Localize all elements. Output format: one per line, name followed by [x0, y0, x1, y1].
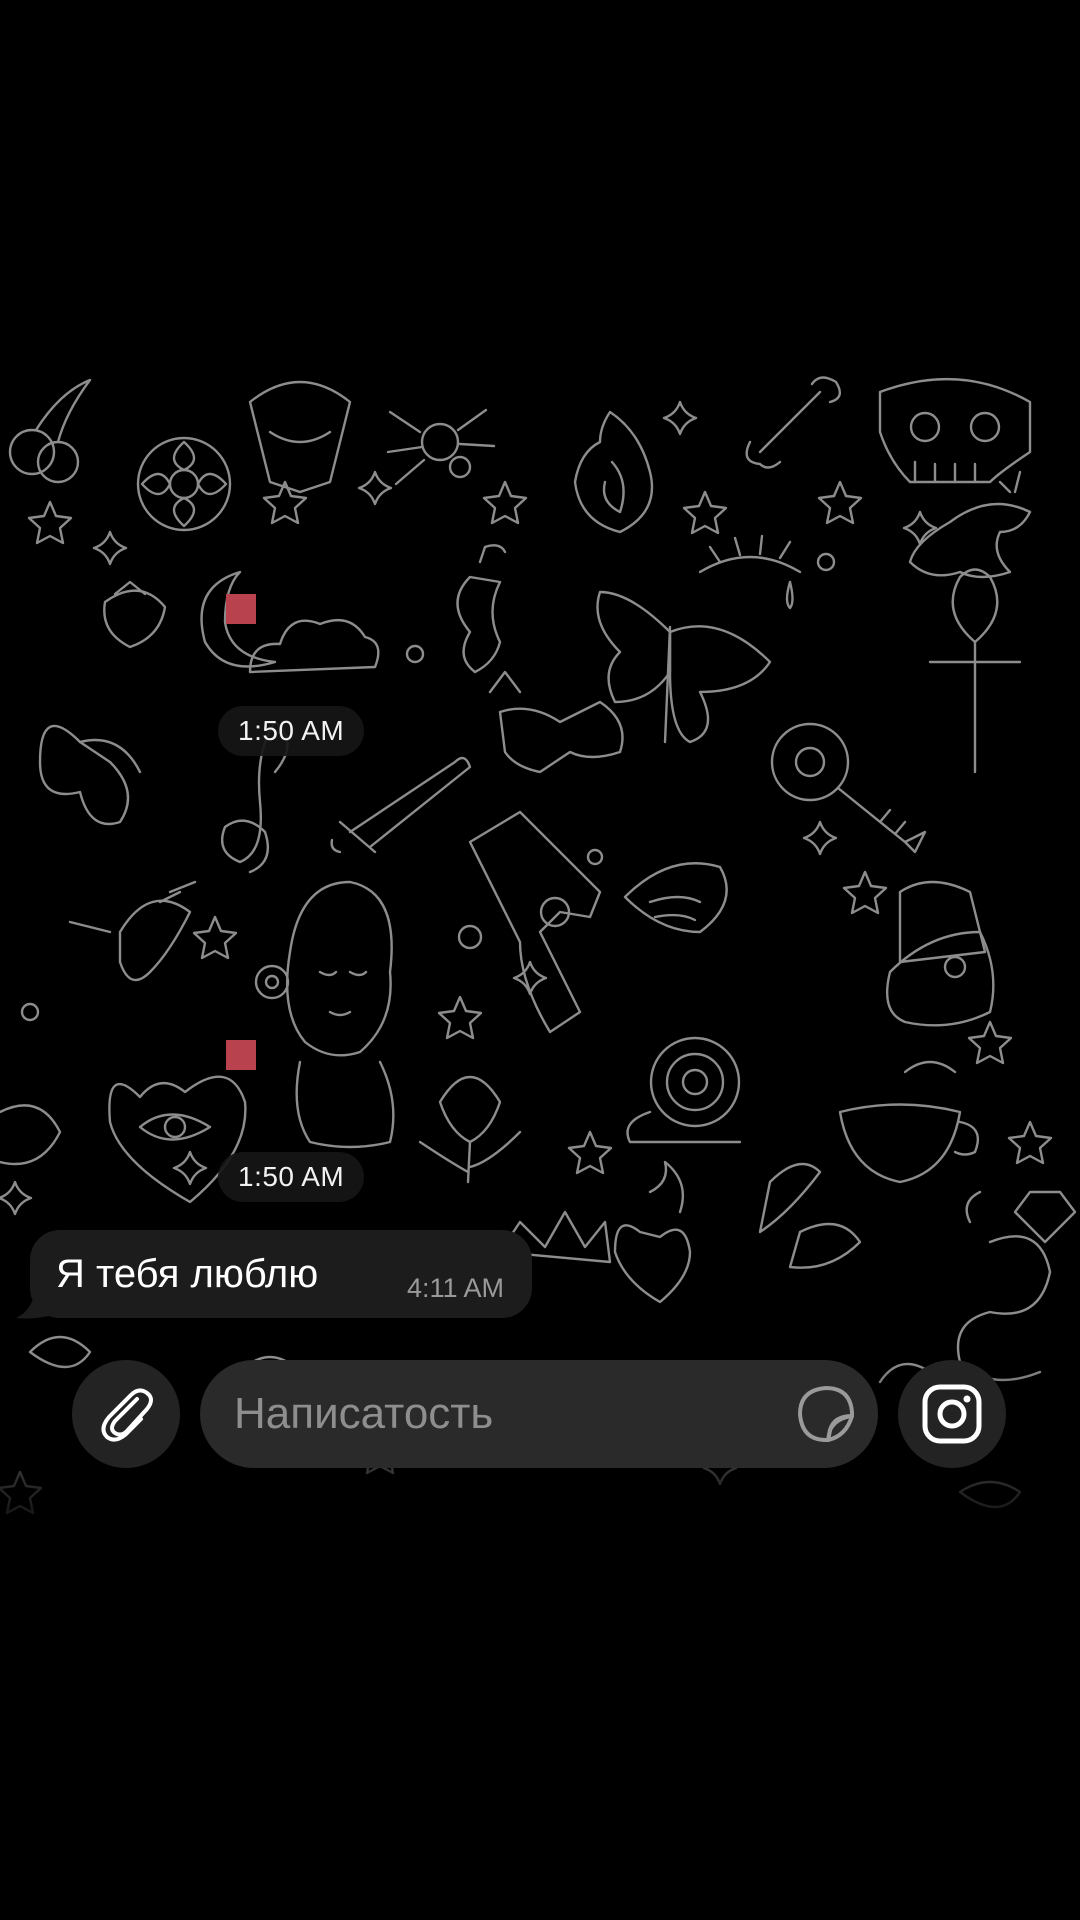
time-separator: 1:50 AM	[218, 706, 365, 756]
message-bubble[interactable]: Я тебя люблю 4:11 AM	[30, 1230, 532, 1318]
message-composer[interactable]	[200, 1360, 878, 1468]
camera-button[interactable]	[898, 1360, 1006, 1468]
chat-area[interactable]: 1:50 AM 1:50 AM Я тебя люблю 4:11 AM	[0, 372, 1080, 1548]
attach-button[interactable]	[72, 1360, 180, 1468]
sticker-icon[interactable]	[796, 1384, 856, 1444]
screen: 1:50 AM 1:50 AM Я тебя люблю 4:11 AM	[0, 0, 1080, 1920]
time-separator: 1:50 AM	[218, 1152, 365, 1202]
message-time: 4:11 AM	[406, 1273, 504, 1303]
paperclip-icon	[101, 1388, 153, 1442]
instagram-camera-icon	[922, 1384, 982, 1444]
message-input[interactable]	[234, 1360, 754, 1468]
message-text: Я тебя люблю	[56, 1252, 319, 1296]
marker-square	[226, 1040, 256, 1070]
marker-square	[226, 594, 256, 624]
